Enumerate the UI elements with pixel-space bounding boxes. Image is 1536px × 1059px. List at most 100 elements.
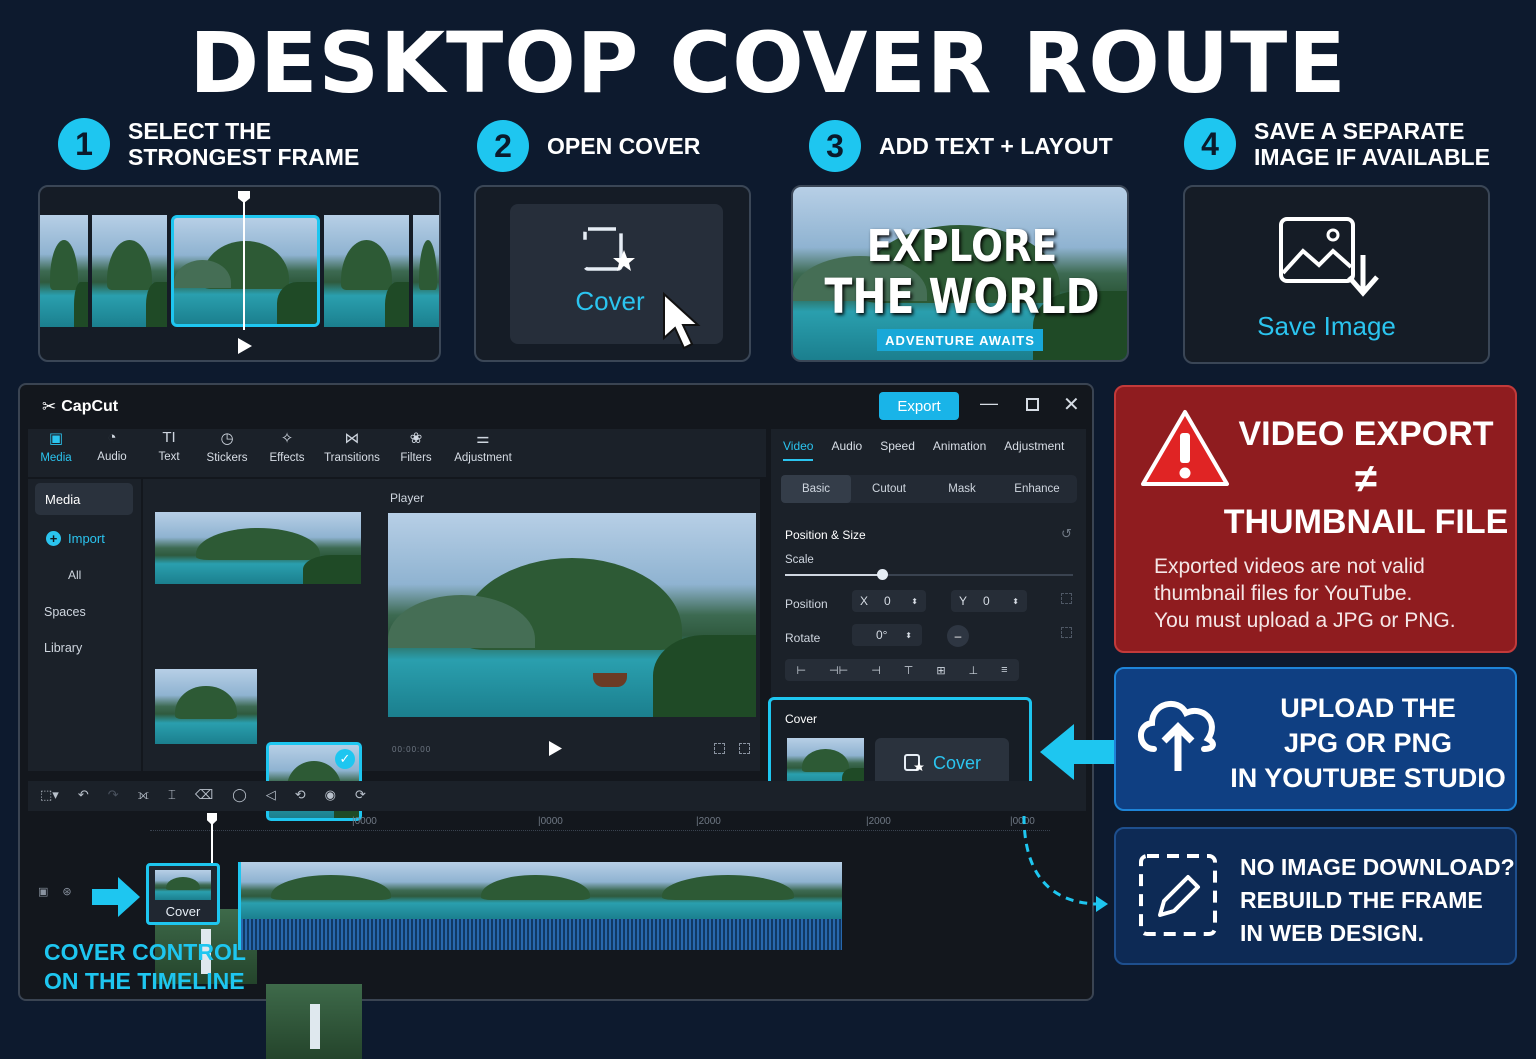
- stepper-icon: ⬍: [905, 630, 912, 640]
- rotate-icon[interactable]: ⟲: [295, 787, 306, 803]
- toolbar-adjustment[interactable]: ⚌ Adjustment: [446, 429, 520, 477]
- keyframe-icon[interactable]: [1061, 627, 1072, 638]
- close-icon[interactable]: ✕: [1063, 392, 1080, 417]
- align-bottom-icon[interactable]: ⊥: [969, 664, 979, 677]
- timeline-cover-chip[interactable]: Cover: [146, 863, 220, 925]
- delete-icon[interactable]: ⌫: [195, 787, 213, 803]
- frame-thumb[interactable]: [324, 215, 410, 327]
- toolbar-text[interactable]: TI Text: [140, 429, 198, 477]
- toolbar-stickers[interactable]: ◷ Stickers: [198, 429, 256, 477]
- timeline-toolbar: ⬚▾ ↶ ↷ ⟗ ⌶ ⌫ ◯ ◁ ⟲ ◉ ⟳: [28, 781, 1086, 811]
- mirror-icon[interactable]: ◁: [266, 787, 276, 803]
- frame-thumb[interactable]: [91, 215, 167, 327]
- cover-section-title: Cover: [785, 712, 818, 726]
- ruler-tick: |0000: [538, 816, 563, 827]
- frame-thumb[interactable]: [413, 215, 439, 327]
- timeline-ruler: [150, 817, 1050, 831]
- fullscreen-icon[interactable]: [739, 743, 750, 754]
- crop-icon[interactable]: ◯: [232, 787, 247, 803]
- export-button[interactable]: Export: [879, 392, 959, 420]
- filmstrip: [40, 215, 439, 327]
- cover-star-icon: [903, 753, 925, 773]
- step-1: 1 SELECT THE STRONGEST FRAME: [58, 118, 359, 170]
- video-filmstrip: [241, 862, 842, 919]
- rebuild-callout: NO IMAGE DOWNLOAD? REBUILD THE FRAME IN …: [1114, 827, 1517, 965]
- trim-icon[interactable]: ⌶: [168, 787, 176, 803]
- rotate-dial[interactable]: –: [947, 625, 969, 647]
- tab-animation[interactable]: Animation: [933, 439, 986, 461]
- playhead-handle[interactable]: [238, 191, 250, 203]
- thumbnail-preview: EXPLORE THE WORLD ADVENTURE AWAITS: [791, 185, 1129, 362]
- minimize-icon[interactable]: —: [980, 393, 998, 414]
- video-track[interactable]: [238, 862, 842, 950]
- toolbar-media[interactable]: ▣ Media: [28, 429, 84, 477]
- tab-adjustment[interactable]: Adjustment: [1004, 439, 1064, 461]
- tab-video[interactable]: Video: [783, 439, 814, 461]
- subtab-basic[interactable]: Basic: [781, 475, 851, 503]
- distribute-icon[interactable]: ≡: [1001, 664, 1007, 676]
- align-middle-icon[interactable]: ⊞: [936, 664, 945, 677]
- split-icon[interactable]: ⟗: [138, 787, 149, 803]
- media-clip[interactable]: [266, 984, 362, 1059]
- align-center-icon[interactable]: ⊣⊢: [829, 664, 848, 677]
- warning-line-2: THUMBNAIL FILE: [1223, 503, 1509, 541]
- text-icon: TI: [162, 429, 176, 446]
- timeline-cover-thumb: [155, 870, 211, 900]
- audio-waveform: [241, 919, 842, 950]
- align-left-icon[interactable]: ⊢: [796, 664, 806, 677]
- keyframe-icon[interactable]: [1061, 593, 1072, 604]
- sidebar-spaces[interactable]: Spaces: [44, 605, 86, 619]
- reverse-icon[interactable]: ⟳: [355, 787, 366, 803]
- position-x-field[interactable]: X 0 ⬍: [852, 590, 926, 612]
- reset-icon[interactable]: ↺: [1061, 526, 1072, 542]
- select-tool-icon[interactable]: ⬚▾: [40, 787, 59, 803]
- align-toolbar: ⊢ ⊣⊢ ⊣ ⊤ ⊞ ⊥ ≡: [785, 659, 1019, 681]
- upload-callout: UPLOAD THE JPG OR PNG IN YOUTUBE STUDIO: [1114, 667, 1517, 811]
- subtab-cutout[interactable]: Cutout: [851, 475, 927, 503]
- toolbar-audio[interactable]: ◔ Audio: [84, 429, 140, 477]
- toolbar-filters[interactable]: ❀ Filters: [386, 429, 446, 477]
- cursor-icon: [660, 290, 702, 352]
- frame-thumb[interactable]: [40, 215, 88, 327]
- sidebar-import[interactable]: + Import: [46, 531, 105, 546]
- rotate-field[interactable]: 0° ⬍: [852, 624, 922, 646]
- undo-icon[interactable]: ↶: [78, 787, 89, 803]
- sidebar-library[interactable]: Library: [44, 641, 82, 655]
- capcut-logo-icon: ✂: [42, 397, 57, 416]
- not-equal-sign: ≠: [1355, 457, 1377, 501]
- open-cover-card: Cover: [474, 185, 751, 362]
- scale-slider-thumb[interactable]: [877, 569, 889, 580]
- sidebar-all[interactable]: All: [68, 568, 81, 582]
- rotate-label: Rotate: [785, 631, 821, 645]
- step-label: OPEN COVER: [547, 133, 701, 159]
- warning-body: Exported videos are not valid thumbnail …: [1154, 555, 1456, 632]
- selected-frame[interactable]: [170, 215, 321, 327]
- toolbar-effects[interactable]: ✧ Effects: [256, 429, 318, 477]
- track-lock-icon[interactable]: ▣: [38, 885, 48, 898]
- redo-icon[interactable]: ↷: [108, 787, 119, 803]
- track-mute-icon[interactable]: ⊛: [62, 885, 71, 898]
- cloud-upload-icon: [1134, 691, 1224, 773]
- align-right-icon[interactable]: ⊣: [871, 664, 881, 677]
- media-clip[interactable]: [155, 512, 361, 584]
- ruler-tick: |2000: [866, 816, 891, 827]
- player-play-icon[interactable]: [549, 741, 562, 756]
- playhead[interactable]: [243, 195, 245, 330]
- arrow-right-icon: [92, 877, 140, 917]
- freeze-icon[interactable]: ◉: [325, 787, 336, 803]
- thumb-title-1: EXPLORE: [866, 221, 1058, 272]
- toolbar-transitions[interactable]: ⋈ Transitions: [318, 429, 386, 477]
- position-y-field[interactable]: Y 0 ⬍: [951, 590, 1027, 612]
- cover-button-large[interactable]: Cover: [510, 204, 723, 350]
- tab-speed[interactable]: Speed: [880, 439, 915, 461]
- media-clip[interactable]: [155, 669, 257, 744]
- align-top-icon[interactable]: ⊤: [904, 664, 914, 677]
- subtab-mask[interactable]: Mask: [927, 475, 997, 503]
- subtab-enhance[interactable]: Enhance: [997, 475, 1077, 503]
- maximize-icon[interactable]: [1026, 398, 1039, 411]
- play-icon[interactable]: [238, 338, 252, 354]
- tab-audio[interactable]: Audio: [831, 439, 862, 461]
- ratio-icon[interactable]: [714, 743, 725, 754]
- sidebar-media[interactable]: Media: [35, 483, 133, 515]
- media-sidebar: Media + Import All Spaces Library: [28, 479, 141, 771]
